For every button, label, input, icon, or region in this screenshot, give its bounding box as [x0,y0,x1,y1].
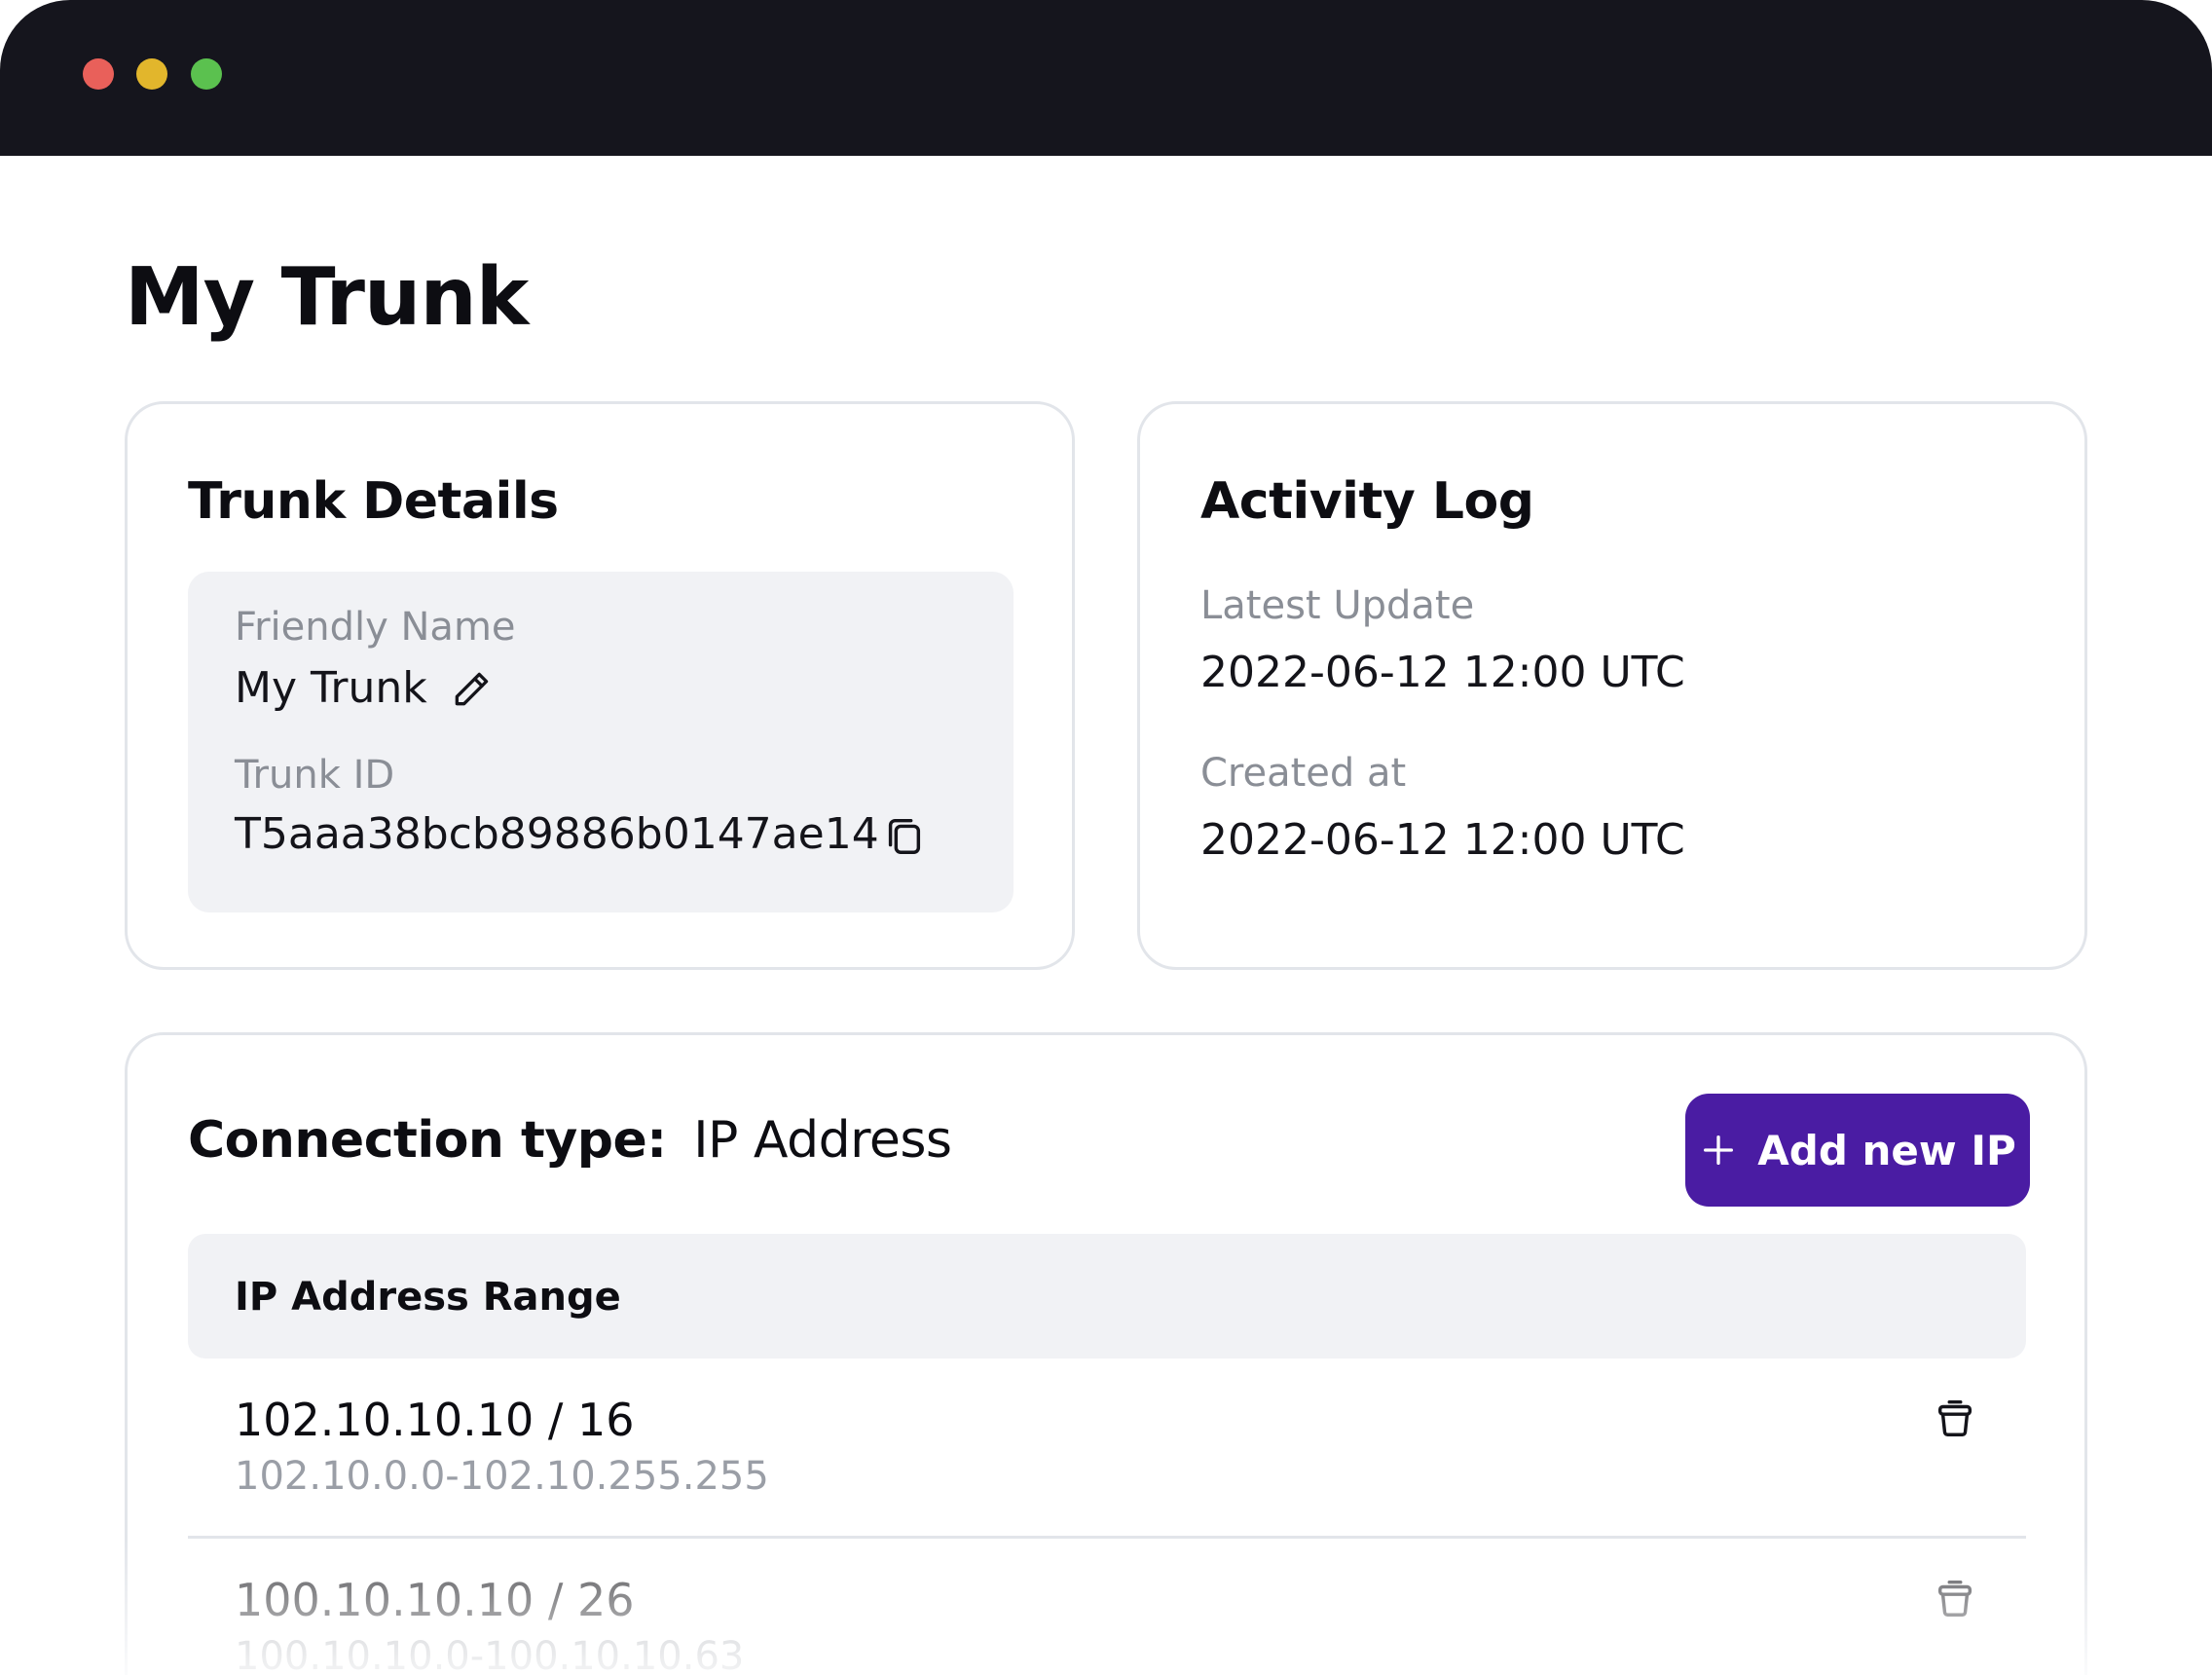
created-at-label: Created at [1200,751,1407,796]
latest-update-label: Latest Update [1200,583,1475,628]
ip-range: 100.10.10.0-100.10.10.63 [235,1634,745,1675]
ip-cidr: 100.10.10.10 / 26 [235,1574,635,1626]
latest-update-value: 2022-06-12 12:00 UTC [1200,648,1685,697]
app-window: My Trunk Trunk Details Friendly Name My … [0,0,2212,1675]
created-at-value: 2022-06-12 12:00 UTC [1200,815,1685,865]
pencil-icon[interactable] [447,665,496,714]
maximize-window-button[interactable] [191,58,222,90]
activity-log-heading: Activity Log [1200,472,1534,531]
trunk-details-card: Trunk Details Friendly Name My Trunk Tru… [125,401,1075,970]
copy-icon[interactable] [879,811,928,860]
connection-card: Connection type: IP Address Add new IP I… [125,1032,2087,1675]
trash-icon[interactable] [1931,1394,1979,1442]
page-title: My Trunk [125,251,529,344]
friendly-name-value: My Trunk [235,663,427,713]
trunk-details-heading: Trunk Details [188,472,559,531]
add-new-ip-label: Add new IP [1757,1126,2016,1174]
table-row: 102.10.10.10 / 16 102.10.0.0-102.10.255.… [188,1359,2026,1539]
trunk-id-label: Trunk ID [235,753,395,798]
trunk-id-value: T5aaa38bcb89886b0147ae14 [235,809,879,859]
trunk-details-panel: Friendly Name My Trunk Trunk ID T5aaa38b… [188,572,1014,912]
add-new-ip-button[interactable]: Add new IP [1685,1094,2030,1207]
minimize-window-button[interactable] [136,58,167,90]
ip-cidr: 102.10.10.10 / 16 [235,1394,635,1446]
ip-range: 102.10.0.0-102.10.255.255 [235,1454,769,1499]
connection-type-value: IP Address [693,1111,952,1170]
connection-type-heading: Connection type: IP Address [188,1111,952,1170]
close-window-button[interactable] [83,58,114,90]
connection-type-label: Connection type: [188,1111,667,1170]
ip-range-column-header: IP Address Range [235,1275,621,1320]
title-bar [0,0,2212,156]
friendly-name-label: Friendly Name [235,605,516,650]
trash-icon[interactable] [1931,1574,1979,1622]
ip-table-header: IP Address Range [188,1234,2026,1359]
plus-icon [1699,1131,1738,1170]
table-row: 100.10.10.10 / 26 100.10.10.0-100.10.10.… [188,1539,2026,1675]
activity-log-card: Activity Log Latest Update 2022-06-12 12… [1137,401,2087,970]
